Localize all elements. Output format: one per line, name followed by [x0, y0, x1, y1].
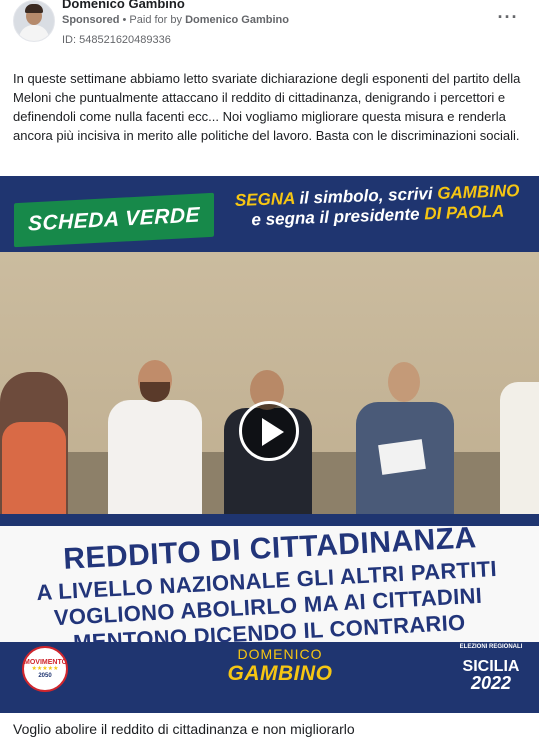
seated-man-glasses	[350, 362, 460, 514]
person-left	[0, 372, 68, 514]
scheda-verde-tag: SCHEDA VERDE	[14, 192, 214, 248]
segna-word: SEGNA	[234, 188, 295, 210]
play-icon[interactable]	[239, 401, 299, 461]
segna-candidate: GAMBINO	[436, 181, 520, 203]
ad-caption: Voglio abolire il reddito di cittadinanz…	[13, 721, 355, 737]
top-banner: SCHEDA VERDE SEGNA il simbolo, scrivi GA…	[0, 176, 539, 252]
scheda-verde-text: SCHEDA VERDE	[27, 203, 201, 236]
ad-video[interactable]: SCHEDA VERDE SEGNA il simbolo, scrivi GA…	[0, 176, 539, 713]
election-label: ELEZIONI REGIONALI	[459, 644, 523, 650]
logo-text: MOVIMENTO	[24, 659, 68, 666]
segna-president: DI PAOLA	[423, 201, 505, 224]
candidate-first-name: DOMENICO	[237, 646, 323, 662]
avatar[interactable]	[13, 0, 55, 42]
post-body-text: In queste settimane abbiamo letto svaria…	[13, 71, 521, 143]
page-name-link[interactable]: Domenico Gambino	[62, 0, 185, 11]
candidate-last-name: GAMBINO	[227, 662, 333, 685]
paid-for-prefix: • Paid for by	[119, 14, 186, 26]
speaker-with-mic	[100, 360, 210, 514]
ad-id: ID: 548521620489336	[62, 34, 171, 46]
logo-year: 2050	[38, 673, 52, 679]
more-options-icon[interactable]: ···	[497, 8, 519, 28]
vote-instruction: SEGNA il simbolo, scrivi GAMBINO e segna…	[224, 181, 530, 232]
election-year: 2022	[470, 673, 512, 693]
sponsored-label: Sponsored	[62, 14, 120, 26]
ad-header: Domenico Gambino Sponsored • Paid for by…	[0, 0, 539, 60]
bottom-banner: MOVIMENTO ★★★★★ 2050 DOMENICO GAMBINO EL…	[0, 642, 539, 713]
logo-stars: ★★★★★	[31, 666, 59, 672]
sponsored-line: Sponsored • Paid for by Domenico Gambino	[62, 14, 289, 26]
person-right	[500, 382, 539, 514]
paid-for-name[interactable]: Domenico Gambino	[185, 14, 289, 26]
party-logo: MOVIMENTO ★★★★★ 2050	[22, 646, 68, 692]
video-frame	[0, 252, 539, 514]
